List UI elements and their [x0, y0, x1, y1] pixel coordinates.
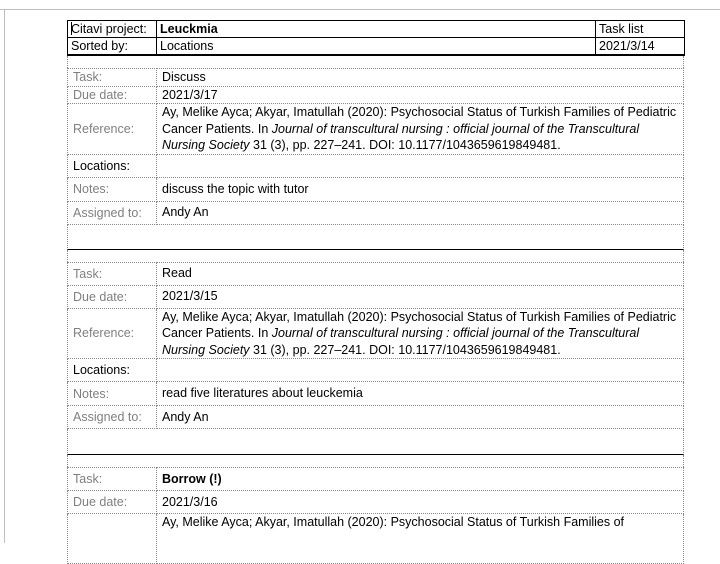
task-name[interactable]: Discuss	[156, 68, 684, 87]
task-name[interactable]: Read	[156, 261, 684, 286]
due-date-label: Due date:	[67, 285, 157, 309]
report-date[interactable]: 2021/3/14	[595, 37, 685, 56]
locations-value[interactable]	[156, 154, 684, 178]
task-name[interactable]: Borrow (!)	[156, 467, 684, 491]
due-date-value[interactable]: 2021/3/17	[156, 86, 684, 104]
task-block: Task: Read Due date: 2021/3/15 Reference…	[67, 261, 684, 429]
sorted-label[interactable]: Sorted by:	[67, 37, 157, 56]
notes-label: Notes:	[67, 177, 157, 202]
assigned-label: Assigned to:	[67, 405, 157, 429]
locations-label: Locations:	[67, 154, 157, 178]
header-spacer	[67, 56, 684, 68]
project-name[interactable]: Leuckmia	[156, 20, 596, 38]
assigned-label: Assigned to:	[67, 201, 157, 225]
report-title[interactable]: Task list	[595, 20, 685, 38]
reference-label: Reference:	[67, 308, 157, 359]
task-spacer	[67, 455, 684, 467]
locations-label: Locations:	[67, 358, 157, 382]
assigned-value[interactable]: Andy An	[156, 201, 684, 225]
task-label: Task:	[67, 68, 157, 87]
notes-value[interactable]: discuss the topic with tutor	[156, 177, 684, 202]
sorted-value[interactable]: Locations	[156, 37, 596, 56]
project-label-cell[interactable]: Citavi project:	[67, 20, 157, 38]
task-block: Task: Discuss Due date: 2021/3/17 Refere…	[67, 68, 684, 225]
reference-label: Reference:	[67, 103, 157, 155]
reference-value[interactable]: Ay, Melike Ayca; Akyar, Imatullah (2020)…	[156, 103, 684, 155]
task-spacer	[67, 249, 684, 262]
task-label: Task:	[67, 467, 157, 491]
task-block: Task: Borrow (!) Due date: 2021/3/16 Ay,…	[67, 467, 684, 564]
page-edge-top	[0, 9, 720, 10]
reference-details: 31 (3), pp. 227–241. DOI: 10.1177/104365…	[249, 342, 561, 357]
reference-value-partial[interactable]: Ay, Melike Ayca; Akyar, Imatullah (2020)…	[156, 513, 684, 564]
notes-value[interactable]: read five literatures about leuckemia	[156, 381, 684, 406]
report-header: Citavi project: Leuckmia Task list Sorte…	[67, 20, 685, 56]
notes-label: Notes:	[67, 381, 157, 406]
due-date-label: Due date:	[67, 86, 157, 104]
assigned-value[interactable]: Andy An	[156, 405, 684, 429]
due-date-label: Due date:	[67, 490, 157, 514]
locations-value[interactable]	[156, 358, 684, 382]
reference-label	[67, 513, 157, 564]
reference-value[interactable]: Ay, Melike Ayca; Akyar, Imatullah (2020)…	[156, 308, 684, 359]
due-date-value[interactable]: 2021/3/16	[156, 490, 684, 514]
task-separator	[67, 224, 684, 250]
task-list-document: Citavi project: Leuckmia Task list Sorte…	[67, 20, 685, 564]
reference-details: 31 (3), pp. 227–241. DOI: 10.1177/104365…	[249, 138, 561, 152]
due-date-value[interactable]: 2021/3/15	[156, 285, 684, 309]
project-label: Citavi project:	[71, 22, 147, 36]
page-edge-left	[4, 9, 5, 543]
task-label: Task:	[67, 261, 157, 286]
task-separator	[67, 429, 684, 455]
